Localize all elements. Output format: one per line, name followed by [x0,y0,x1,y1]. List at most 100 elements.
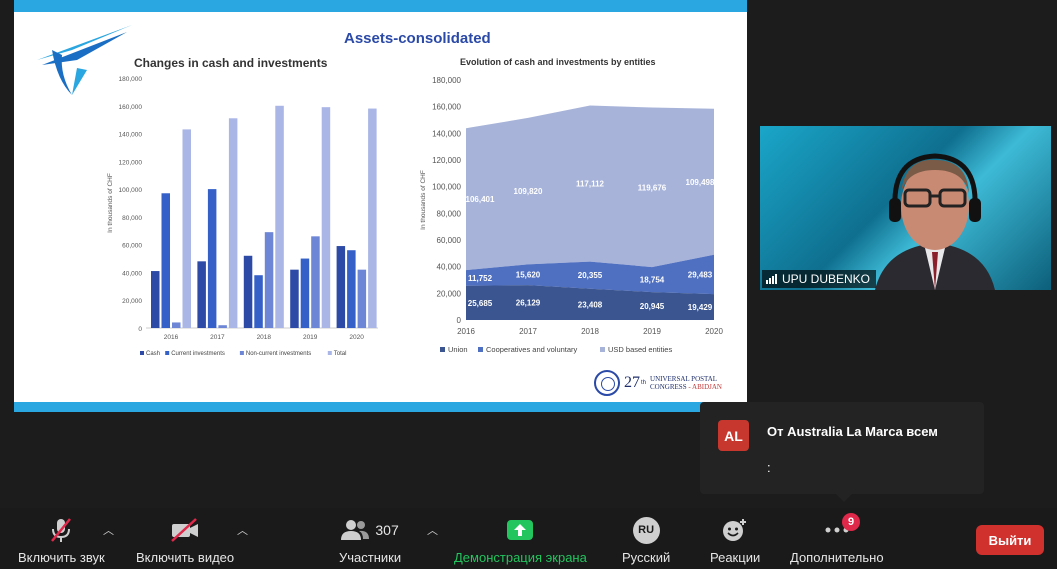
y-axis-label: In thousands of CHF [420,170,427,230]
reactions-button[interactable]: Реакции [710,516,760,565]
x-tick-label: 2016 [164,334,179,341]
participants-icon [341,520,370,540]
bar-cash-2017 [197,261,206,328]
participants-icon-wrap: 307 [341,516,399,544]
participant-video-icon [875,153,995,290]
meeting-toolbar: Включить звук ︿ Включить видео ︿ 307 Уча… [0,508,1057,569]
bar-non-current-investments-2018 [264,232,274,328]
y-tick-label: 40,000 [437,263,462,272]
more-button[interactable]: Дополнительно [790,516,884,565]
start-video-button[interactable]: Включить видео [136,516,234,565]
legend-label: Non-current investments [246,351,311,357]
participants-count: 307 [375,522,399,538]
congress-text: UNIVERSAL POSTAL CONGRESS - ABIDJAN [650,375,722,391]
y-tick-label: 80,000 [122,215,142,222]
bar-current-investments-2017 [207,189,217,328]
legend-label: Union [448,345,468,354]
congress-line1: UNIVERSAL POSTAL [650,375,718,383]
slide-title: Assets-consolidated [344,30,491,47]
participants-label: Участники [339,550,402,565]
legend-swatch [165,351,170,355]
language-button[interactable]: RU Русский [622,516,670,565]
share-screen-button[interactable]: Демонстрация экрана [454,516,587,565]
legend-swatch [140,351,144,355]
y-axis-label: In thousands of CHF [107,173,114,233]
congress-ordinal: th [641,380,647,386]
y-tick-label: 60,000 [437,236,462,245]
congress-line2: CONGRESS [650,383,687,391]
legend-swatch [440,347,445,352]
x-tick-label: 2019 [303,334,318,341]
x-tick-label: 2019 [643,327,661,336]
bar-current-investments-2019 [300,258,310,328]
y-tick-label: 180,000 [432,76,461,85]
data-label: 25,685 [468,299,493,308]
bar-non-current-investments-2019 [311,236,320,328]
y-tick-label: 120,000 [119,159,143,166]
y-tick-label: 160,000 [119,104,143,111]
y-tick-label: 80,000 [437,209,462,218]
legend-label: Current investments [171,351,225,357]
data-label: 119,676 [638,183,667,192]
language-code: RU [632,516,660,544]
participant-name-tag: UPU DUBENKO [762,270,877,288]
bar-current-investments-2016 [161,193,170,328]
leave-meeting-button[interactable]: Выйти [976,525,1044,555]
y-tick-label: 120,000 [432,156,461,165]
data-label: 109,820 [514,187,543,196]
data-label: 18,754 [640,276,665,285]
participant-video-tile[interactable]: UPU DUBENKO [760,126,1051,290]
data-label: 11,752 [468,274,493,283]
data-label: 29,483 [688,270,713,279]
chat-notification[interactable]: AL От Australia La Marca всем : [700,402,984,502]
right-chart-title: Evolution of cash and investments by ent… [460,57,656,67]
data-label: 117,112 [576,180,605,189]
bar-total-2017 [228,118,238,329]
bar-non-current-investments-2016 [172,322,181,328]
bar-cash-2020 [336,246,346,328]
microphone-muted-icon [48,516,74,544]
legend-swatch [327,351,332,355]
y-tick-label: 60,000 [122,243,142,250]
x-tick-label: 2016 [457,327,475,336]
unmute-button[interactable]: Включить звук [18,516,105,565]
data-label: 106,401 [466,195,495,204]
bar-cash-2016 [151,271,160,328]
y-tick-label: 140,000 [119,132,143,139]
x-tick-label: 2017 [210,334,225,341]
audio-options-chevron-icon[interactable]: ︿ [103,522,114,538]
bar-cash-2019 [290,269,299,328]
shared-slide: Assets-consolidated Changes in cash and … [14,0,747,412]
x-tick-label: 2017 [519,327,537,336]
share-screen-icon [506,516,534,544]
x-tick-label: 2018 [257,334,272,341]
data-label: 15,620 [516,271,541,280]
y-tick-label: 100,000 [432,183,461,192]
slide-bottom-bar [14,402,747,412]
video-options-chevron-icon[interactable]: ︿ [237,522,248,538]
bar-non-current-investments-2017 [218,325,227,328]
unmute-label: Включить звук [18,550,105,565]
bar-non-current-investments-2020 [357,269,367,328]
y-tick-label: 20,000 [437,289,462,298]
x-tick-label: 2020 [705,327,723,336]
legend-label: Cooperatives and voluntary [486,345,578,354]
y-tick-label: 100,000 [119,187,143,194]
chat-sender-name: От Australia La Marca всем [767,424,938,439]
zoom-meeting-window: Assets-consolidated Changes in cash and … [0,0,1057,569]
congress-city: - ABIDJAN [688,383,722,391]
participants-options-chevron-icon[interactable]: ︿ [427,522,438,538]
data-label: 26,129 [516,299,541,308]
bar-current-investments-2020 [347,250,356,328]
data-label: 109,498 [686,178,715,187]
signal-strength-icon [766,274,777,284]
notification-badge: 9 [842,513,860,531]
bar-total-2018 [275,105,284,329]
congress-number: 27 [624,374,640,391]
y-tick-label: 180,000 [119,76,143,83]
participants-button[interactable]: 307 Участники [339,516,401,565]
legend-label: Cash [146,351,160,357]
more-label: Дополнительно [790,550,884,565]
y-tick-label: 20,000 [122,298,142,305]
data-label: 20,945 [640,302,665,311]
